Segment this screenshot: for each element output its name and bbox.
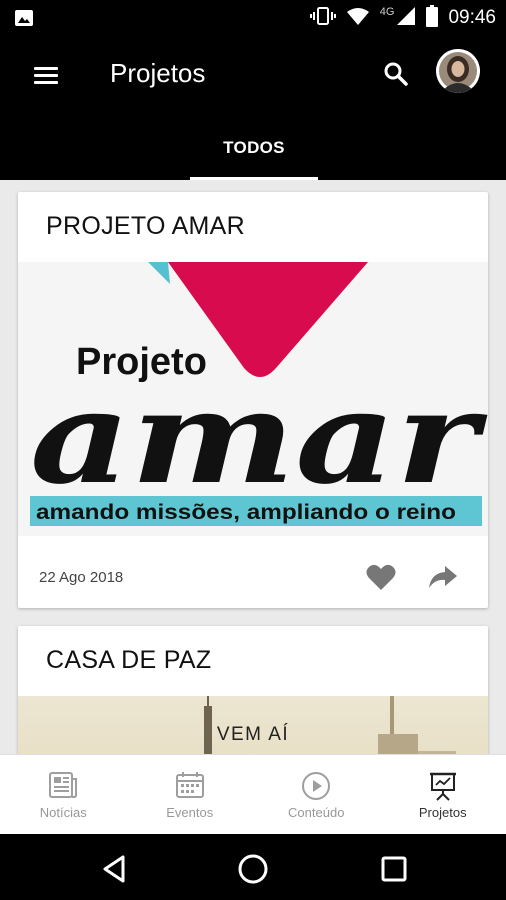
share-icon[interactable]: [427, 562, 459, 592]
logo-word-amar: amar: [30, 363, 488, 513]
card-title: CASA DE PAZ: [46, 646, 212, 674]
nav-label: Projetos: [418, 805, 467, 820]
project-card[interactable]: PROJETO AMAR Projeto amar amando missões…: [18, 192, 488, 608]
menu-icon[interactable]: [26, 60, 66, 90]
play-circle-icon: [302, 772, 331, 800]
calendar-icon: [175, 772, 204, 798]
logo-tagline: amando missões, ampliando o reino: [36, 501, 456, 524]
nav-projetos[interactable]: Projetos: [380, 755, 506, 835]
recents-icon[interactable]: [376, 851, 412, 887]
tab-todos[interactable]: TODOS: [190, 124, 318, 180]
bottom-navigation: Notícias Eventos Conteúdo Projetos: [0, 754, 506, 834]
status-bar: 4G 09:46: [0, 0, 506, 36]
vibrate-icon: [309, 6, 336, 30]
project-image[interactable]: Projeto amar amando missões, ampliando o…: [18, 262, 488, 536]
nav-conteudo[interactable]: Conteúdo: [253, 755, 380, 835]
wifi-icon: [346, 7, 370, 30]
newspaper-icon: [49, 772, 78, 798]
card-image-text: VEM AÍ: [216, 724, 290, 745]
status-indicators: 4G 09:46: [309, 0, 496, 36]
cell-signal-icon: [396, 6, 416, 31]
avatar[interactable]: [436, 49, 480, 93]
card-date: 22 Ago 2018: [39, 569, 124, 586]
presentation-icon: [429, 772, 456, 801]
app-bar: Projetos TODOS: [0, 36, 506, 180]
card-title: PROJETO AMAR: [46, 212, 246, 240]
app-screen: 4G 09:46 Projetos TODOS PROJETO AMAR Pro…: [0, 0, 506, 900]
battery-icon: [426, 4, 439, 32]
image-icon: [14, 9, 34, 32]
system-navigation-bar: [0, 834, 506, 900]
search-icon[interactable]: [380, 58, 412, 90]
network-type: 4G: [379, 6, 395, 18]
nav-label: Eventos: [166, 805, 214, 820]
project-list: PROJETO AMAR Projeto amar amando missões…: [0, 180, 506, 754]
nav-eventos[interactable]: Eventos: [127, 755, 254, 835]
project-image[interactable]: VEM AÍ: [18, 696, 488, 754]
clock: 09:46: [448, 7, 496, 28]
nav-noticias[interactable]: Notícias: [0, 755, 127, 835]
page-title: Projetos: [110, 58, 206, 88]
nav-label: Notícias: [39, 805, 87, 820]
back-icon[interactable]: [97, 851, 133, 887]
home-icon[interactable]: [235, 851, 271, 887]
project-card[interactable]: CASA DE PAZ VEM AÍ: [18, 626, 488, 754]
heart-icon[interactable]: [365, 562, 397, 592]
nav-label: Conteúdo: [288, 805, 345, 820]
tab-todos-label: TODOS: [223, 138, 285, 157]
